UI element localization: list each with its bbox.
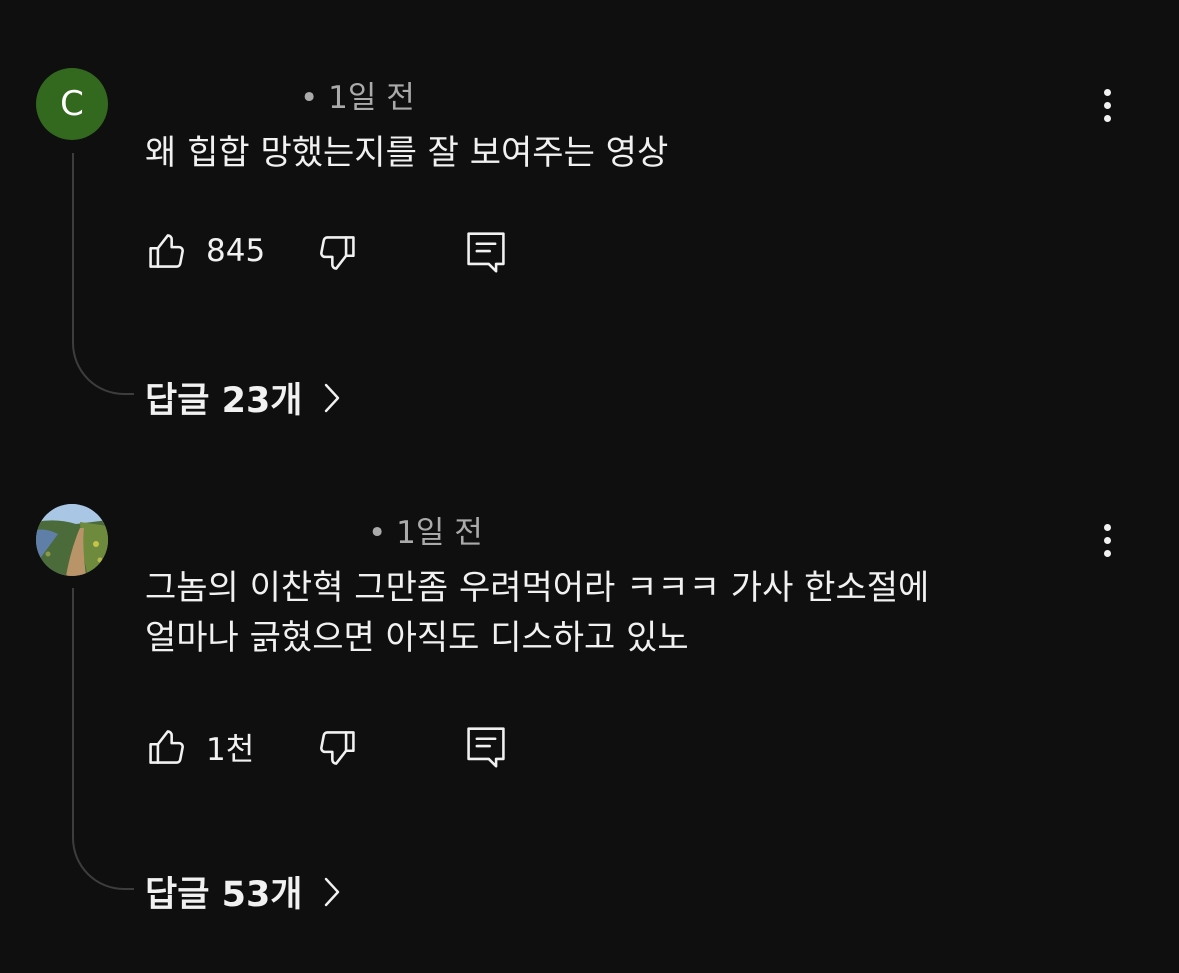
more-vert-icon-dot — [1103, 523, 1111, 531]
dislike-button[interactable] — [314, 726, 358, 770]
avatar[interactable] — [36, 504, 108, 576]
comment-timestamp: • 1일 전 — [300, 80, 415, 116]
thumb-up-icon — [149, 234, 184, 268]
view-replies-button[interactable]: 답글 53개 — [145, 866, 341, 917]
like-button[interactable]: 845 — [146, 229, 265, 273]
more-vert-icon-dot — [1103, 88, 1111, 96]
trail-landscape-photo — [36, 504, 108, 576]
chevron-right-icon — [324, 877, 339, 906]
replies-label: 답글 23개 — [145, 381, 303, 421]
comment-text: 그놈의 이찬혁 그만좀 우려먹어라 ㅋㅋㅋ 가사 한소절에 얼마나 긁혔으면 아… — [145, 563, 1105, 663]
comment-text-line: 그놈의 이찬혁 그만좀 우려먹어라 ㅋㅋㅋ 가사 한소절에 — [145, 568, 930, 608]
replies-label: 답글 53개 — [145, 875, 303, 915]
reply-icon — [467, 727, 505, 768]
comment-text: 왜 힙합 망했는지를 잘 보여주는 영상 — [145, 128, 1105, 178]
avatar-letter: C — [60, 84, 84, 124]
more-vert-icon-dot — [1103, 114, 1111, 122]
dislike-button[interactable] — [314, 231, 358, 275]
thumb-up-icon — [149, 729, 184, 764]
comment-text-line: 왜 힙합 망했는지를 잘 보여주는 영상 — [145, 133, 669, 173]
avatar[interactable]: C — [36, 68, 108, 140]
like-button[interactable]: 1천 — [146, 724, 254, 769]
more-vert-icon-dot — [1103, 101, 1111, 109]
more-vert-icon-dot — [1103, 536, 1111, 544]
view-replies-button[interactable]: 답글 23개 — [145, 372, 341, 423]
more-vert-icon-dot — [1103, 549, 1111, 557]
more-options-button[interactable] — [1090, 518, 1124, 562]
thumb-down-icon — [320, 236, 355, 270]
thumb-down-icon — [320, 731, 355, 765]
thread-line — [72, 153, 134, 395]
comment-timestamp: • 1일 전 — [368, 515, 483, 551]
thread-line — [72, 588, 134, 890]
reply-button[interactable] — [464, 724, 508, 770]
more-options-button[interactable] — [1090, 83, 1124, 127]
chevron-right-icon — [324, 383, 339, 412]
reply-icon — [467, 232, 505, 273]
like-count: 845 — [206, 233, 266, 269]
comment-text-line: 얼마나 긁혔으면 아직도 디스하고 있노 — [145, 618, 689, 658]
like-count: 1천 — [206, 732, 255, 768]
reply-button[interactable] — [464, 229, 508, 275]
